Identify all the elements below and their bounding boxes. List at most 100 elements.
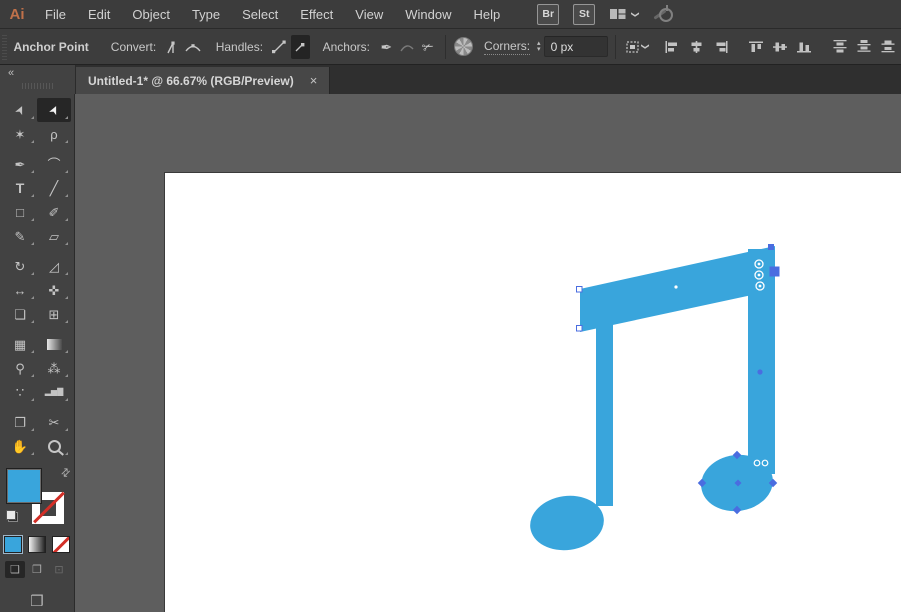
tool-rectangle[interactable]: □ — [3, 200, 37, 224]
anchor-point-handle[interactable] — [576, 286, 583, 293]
menu-type[interactable]: Type — [181, 1, 231, 28]
change-screen-mode-button[interactable]: ❒ — [0, 592, 74, 610]
distribute-top-icon — [833, 40, 847, 53]
connect-anchors-button[interactable] — [398, 35, 417, 59]
tool-column-graph[interactable]: ▂▅▇ — [37, 380, 71, 404]
tool-type[interactable]: T — [3, 176, 37, 200]
menu-effect[interactable]: Effect — [289, 1, 344, 28]
align-right-button[interactable] — [709, 35, 733, 59]
recolor-artwork-button[interactable] — [454, 35, 474, 59]
corner-point-icon — [166, 41, 175, 53]
convert-to-smooth-button[interactable] — [184, 35, 203, 59]
tool-puppet-warp[interactable]: ✜ — [37, 278, 71, 302]
cut-path-button[interactable]: ✃ — [418, 35, 437, 59]
distribute-bottom-button[interactable] — [877, 35, 901, 59]
none-button[interactable] — [52, 536, 70, 553]
panel-grip[interactable] — [2, 33, 8, 60]
hide-handles-button[interactable] — [290, 34, 310, 59]
menu-window[interactable]: Window — [394, 1, 462, 28]
tool-rotate[interactable]: ↻ — [3, 254, 37, 278]
panel-drag-grip[interactable] — [22, 83, 54, 89]
document-tab[interactable]: Untitled-1* @ 66.67% (RGB/Preview) × — [76, 67, 331, 94]
align-center-button[interactable] — [685, 35, 709, 59]
draw-normal-button[interactable]: ❑ — [5, 561, 25, 578]
tool-symbol-sprayer[interactable]: ∵ — [3, 380, 37, 404]
chevron-down-icon: ❯ — [631, 10, 641, 18]
menu-help[interactable]: Help — [462, 1, 511, 28]
isolate-selected-object-button[interactable]: ❯ — [623, 35, 650, 59]
tool-curvature[interactable]: ⌒ — [37, 152, 71, 176]
canvas-pasteboard[interactable] — [75, 94, 901, 612]
gpu-performance-icon[interactable] — [653, 5, 675, 23]
bridge-button[interactable]: Br — [537, 3, 560, 25]
stock-button[interactable]: St — [573, 3, 596, 25]
corners-stepper[interactable]: ▴ ▾ — [537, 40, 541, 53]
distribute-top-button[interactable] — [829, 35, 853, 59]
tool-paintbrush[interactable]: ✐ — [37, 200, 71, 224]
selected-anchor-point[interactable] — [768, 244, 774, 250]
menu-select[interactable]: Select — [231, 1, 289, 28]
corners-link[interactable]: Corners: — [484, 39, 531, 55]
default-fill-stroke-icon[interactable] — [6, 510, 18, 522]
align-bottom-button[interactable] — [793, 35, 817, 59]
tool-shaper[interactable]: ✎ — [3, 224, 37, 248]
draw-inside-button[interactable]: ⊡ — [49, 561, 69, 578]
align-left-button[interactable] — [661, 35, 685, 59]
menu-edit[interactable]: Edit — [77, 1, 121, 28]
path-center-point — [674, 285, 678, 289]
gradient-button[interactable] — [28, 536, 46, 553]
tool-shape-builder[interactable]: ❏ — [3, 302, 37, 326]
tools-panel: ➤ ➤ ✶ ρ ✒ ⌒ T ╱ □ ✐ ✎ ▱ ↻ ◿ ↔ ✜ ❏ ⊞ ▦ ⚲ … — [0, 94, 75, 612]
close-tab-icon[interactable]: × — [310, 74, 318, 87]
color-wheel-icon — [454, 37, 474, 56]
menu-object[interactable]: Object — [121, 1, 181, 28]
tools-panel-header: « — [0, 65, 76, 94]
draw-behind-button[interactable]: ❒ — [27, 561, 47, 578]
tool-line-segment[interactable]: ╱ — [37, 176, 71, 200]
tool-scale[interactable]: ◿ — [37, 254, 71, 278]
fill-swatch[interactable] — [6, 468, 42, 504]
tool-lasso[interactable]: ρ — [37, 122, 71, 146]
align-vertical-center-button[interactable] — [769, 35, 793, 59]
tool-perspective-grid[interactable]: ⊞ — [37, 302, 71, 326]
tool-selection[interactable]: ➤ — [3, 98, 37, 122]
tool-gradient[interactable] — [37, 332, 71, 356]
align-right-icon — [716, 40, 728, 53]
music-note-artwork[interactable] — [75, 94, 901, 612]
tool-magic-wand[interactable]: ✶ — [3, 122, 37, 146]
arrange-documents-button[interactable]: ❯ — [609, 7, 641, 21]
tool-zoom[interactable] — [37, 434, 71, 458]
show-handles-button[interactable] — [270, 35, 289, 59]
tool-hand[interactable]: ✋ — [3, 434, 37, 458]
distribute-vertical-center-button[interactable] — [853, 35, 877, 59]
handles-label: Handles: — [215, 39, 264, 54]
remove-anchor-button[interactable]: ✒ — [377, 35, 396, 59]
tool-direct-selection[interactable]: ➤ — [37, 98, 71, 122]
tool-eyedropper[interactable]: ⚲ — [3, 356, 37, 380]
tool-width[interactable]: ↔ — [3, 278, 37, 302]
menu-view[interactable]: View — [344, 1, 394, 28]
fill-stroke-control: ⇄ — [4, 465, 73, 528]
menu-bar: Ai File Edit Object Type Select Effect V… — [0, 0, 901, 29]
document-tab-title: Untitled-1* @ 66.67% (RGB/Preview) — [88, 73, 294, 88]
tool-mesh[interactable]: ▦ — [3, 332, 37, 356]
stem-anchor-dot[interactable] — [757, 369, 763, 375]
tool-pen[interactable]: ✒ — [3, 152, 37, 176]
tool-artboard[interactable]: ❐ — [3, 410, 37, 434]
illustrator-logo: Ai — [9, 5, 25, 23]
menu-file[interactable]: File — [34, 1, 77, 28]
tool-eraser[interactable]: ▱ — [37, 224, 71, 248]
stepper-down-icon[interactable]: ▾ — [537, 46, 541, 53]
show-handles-icon — [272, 40, 287, 53]
tool-slice[interactable]: ✂ — [37, 410, 71, 434]
anchors-label: Anchors: — [322, 39, 370, 54]
anchor-point-handle[interactable] — [576, 325, 583, 332]
align-top-button[interactable] — [745, 35, 769, 59]
swap-fill-stroke-icon[interactable]: ⇄ — [58, 465, 73, 480]
tool-blend[interactable]: ⁂ — [37, 356, 71, 380]
color-button[interactable] — [3, 535, 23, 554]
selected-anchor-point[interactable] — [769, 266, 780, 277]
collapse-panel-icon[interactable]: « — [8, 67, 14, 79]
corners-input[interactable] — [543, 36, 608, 57]
convert-to-corner-button[interactable] — [163, 35, 182, 59]
